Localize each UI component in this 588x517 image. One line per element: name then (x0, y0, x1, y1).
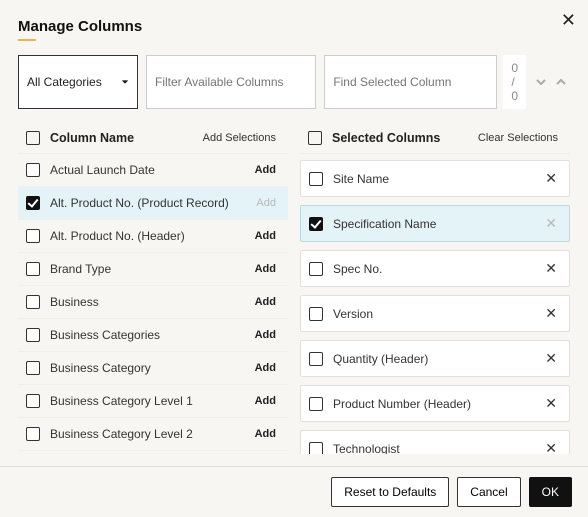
available-row[interactable]: Business CategoriesAdd (18, 319, 288, 352)
row-add-link[interactable]: Add (255, 362, 282, 374)
caret-down-icon (121, 78, 129, 86)
chevron-up-icon[interactable] (556, 77, 566, 87)
row-label: Version (333, 307, 539, 321)
available-row[interactable]: Business Category Level 1Add (18, 385, 288, 418)
row-label: Product Number (Header) (333, 397, 539, 411)
selected-row[interactable]: Product Number (Header)✕ (300, 385, 570, 422)
close-icon[interactable]: ✕ (561, 10, 576, 31)
remove-icon[interactable]: ✕ (539, 350, 563, 367)
row-checkbox[interactable] (309, 397, 323, 411)
row-checkbox[interactable] (26, 163, 40, 177)
available-row[interactable]: Alt. Product No. (Header)Add (18, 220, 288, 253)
row-checkbox[interactable] (309, 307, 323, 321)
row-add-link[interactable]: Add (255, 296, 282, 308)
row-label: Brand Type (50, 262, 255, 276)
row-label: Alt. Product No. (Product Record) (50, 196, 256, 210)
row-label: Actual Launch Date (50, 163, 255, 177)
category-dropdown-label: All Categories (27, 75, 102, 89)
reset-defaults-button[interactable]: Reset to Defaults (331, 477, 449, 507)
row-checkbox[interactable] (26, 196, 40, 210)
row-add-link[interactable]: Add (255, 164, 282, 176)
selected-row[interactable]: Site Name✕ (300, 160, 570, 197)
row-label: Business Categories (50, 328, 255, 342)
row-checkbox[interactable] (26, 394, 40, 408)
row-checkbox[interactable] (309, 217, 323, 231)
row-label: Business Category Level 1 (50, 394, 255, 408)
row-add-link[interactable]: Add (255, 263, 282, 275)
selected-row[interactable]: Version✕ (300, 295, 570, 332)
row-label: Spec No. (333, 262, 539, 276)
ok-button[interactable]: OK (529, 477, 572, 507)
available-row[interactable]: Actual Launch DateAdd (18, 154, 288, 187)
row-checkbox[interactable] (26, 427, 40, 441)
selected-row[interactable]: Quantity (Header)✕ (300, 340, 570, 377)
row-add-link[interactable]: Add (255, 230, 282, 242)
row-add-link: Add (256, 197, 282, 209)
row-label: Specification Name (333, 217, 539, 231)
available-row[interactable]: Brand TypeAdd (18, 253, 288, 286)
remove-icon[interactable]: ✕ (539, 170, 563, 187)
row-label: Site Name (333, 172, 539, 186)
row-label: Business (50, 295, 255, 309)
remove-icon[interactable]: ✕ (539, 215, 563, 232)
row-checkbox[interactable] (26, 361, 40, 375)
row-checkbox[interactable] (26, 328, 40, 342)
row-checkbox[interactable] (309, 442, 323, 455)
available-row[interactable]: Business Category Level 2Add (18, 418, 288, 451)
row-label: Quantity (Header) (333, 352, 539, 366)
row-checkbox[interactable] (26, 295, 40, 309)
filter-available-input[interactable] (146, 55, 316, 109)
row-checkbox[interactable] (26, 229, 40, 243)
row-label: Business Category Level 2 (50, 427, 255, 441)
row-label: Technologist (333, 442, 539, 455)
available-row[interactable]: BusinessAdd (18, 286, 288, 319)
remove-icon[interactable]: ✕ (539, 440, 563, 454)
row-add-link[interactable]: Add (255, 329, 282, 341)
selected-row[interactable]: Spec No.✕ (300, 250, 570, 287)
remove-icon[interactable]: ✕ (539, 305, 563, 322)
selected-row[interactable]: Technologist✕ (300, 430, 570, 454)
row-checkbox[interactable] (309, 262, 323, 276)
chevron-down-icon[interactable] (536, 77, 546, 87)
row-checkbox[interactable] (309, 172, 323, 186)
row-checkbox[interactable] (309, 352, 323, 366)
available-header: Column Name (50, 131, 203, 145)
row-label: Business Category (50, 361, 255, 375)
row-label: Alt. Product No. (Header) (50, 229, 255, 243)
cancel-button[interactable]: Cancel (457, 477, 520, 507)
selected-header: Selected Columns (332, 131, 478, 145)
row-add-link[interactable]: Add (255, 395, 282, 407)
clear-selections-link[interactable]: Clear Selections (478, 132, 564, 144)
dialog-title: Manage Columns (18, 18, 570, 35)
find-selected-input[interactable] (324, 55, 497, 109)
selected-row[interactable]: Specification Name✕ (300, 205, 570, 242)
category-dropdown[interactable]: All Categories (18, 55, 138, 109)
remove-icon[interactable]: ✕ (539, 395, 563, 412)
available-row[interactable]: Business CategoryAdd (18, 352, 288, 385)
remove-icon[interactable]: ✕ (539, 260, 563, 277)
title-underline (18, 39, 36, 41)
selected-select-all-checkbox[interactable] (308, 131, 322, 145)
row-add-link[interactable]: Add (255, 428, 282, 440)
available-row[interactable]: Alt. Product No. (Product Record)Add (18, 187, 288, 220)
match-counter: 0 / 0 (503, 55, 526, 109)
available-select-all-checkbox[interactable] (26, 131, 40, 145)
add-selections-link[interactable]: Add Selections (203, 132, 282, 144)
row-checkbox[interactable] (26, 262, 40, 276)
